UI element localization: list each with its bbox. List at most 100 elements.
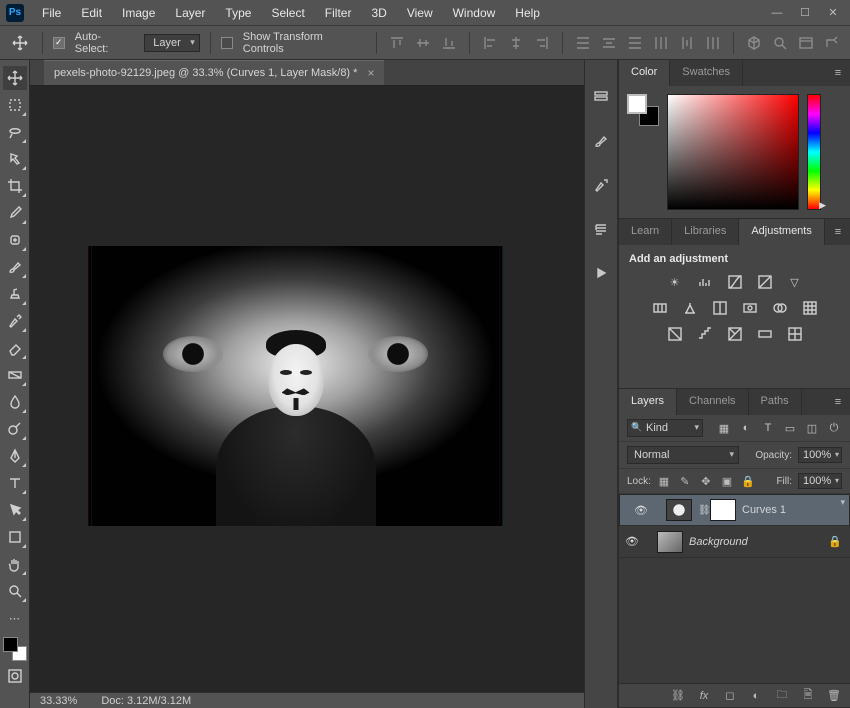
adjustments-panel-menu-icon[interactable]: ≡ [826,219,850,245]
adj-vibrance-icon[interactable]: ▽ [785,273,805,291]
adj-curves-icon[interactable] [725,273,745,291]
visibility-toggle[interactable]: 👁 [619,535,645,548]
filter-type-icon[interactable]: T [760,420,776,436]
history-brush-tool[interactable] [3,309,27,333]
lock-artboard-icon[interactable]: ▣ [720,474,734,488]
mask-thumb[interactable] [710,499,736,521]
history-panel-icon[interactable] [590,86,612,108]
dodge-tool[interactable] [3,417,27,441]
search-icon[interactable] [770,33,790,53]
edit-toolbar[interactable]: ⋯ [3,606,27,630]
adj-exposure-icon[interactable] [755,273,775,291]
brush-settings-icon[interactable] [590,174,612,196]
close-button[interactable]: ✕ [820,4,846,22]
shape-tool[interactable] [3,525,27,549]
tab-swatches[interactable]: Swatches [670,60,743,86]
layer-row-background[interactable]: 👁 Background 🔒 [619,526,850,558]
brushes-panel-icon[interactable] [590,130,612,152]
align-top-icon[interactable] [387,33,407,53]
layer-filter-kind[interactable]: Kind [627,419,703,437]
menu-image[interactable]: Image [114,2,163,24]
adj-brightness-icon[interactable]: ☀ [665,273,685,291]
layer-thumb[interactable] [657,531,683,553]
adj-colorbalance-icon[interactable] [680,299,700,317]
dist-right-icon[interactable] [703,33,723,53]
filter-toggle-icon[interactable]: ⏻ [826,420,842,436]
layers-panel-menu-icon[interactable]: ≡ [826,389,850,415]
adjustment-thumb[interactable] [666,499,692,521]
menu-select[interactable]: Select [263,2,312,24]
tab-learn[interactable]: Learn [619,219,672,245]
blend-mode-select[interactable]: Normal [627,446,739,464]
new-layer-icon[interactable]: 🗎 [800,688,816,704]
adj-hue-icon[interactable] [650,299,670,317]
tab-paths[interactable]: Paths [749,389,802,415]
filter-shape-icon[interactable]: ▭ [782,420,798,436]
adj-bw-icon[interactable] [710,299,730,317]
adj-photofilter-icon[interactable] [740,299,760,317]
dist-hcenter-icon[interactable] [677,33,697,53]
align-hcenter-icon[interactable] [506,33,526,53]
lasso-tool[interactable] [3,120,27,144]
pen-tool[interactable] [3,444,27,468]
tab-layers[interactable]: Layers [619,389,677,415]
autoselect-target-select[interactable]: Layer [144,34,200,52]
menu-layer[interactable]: Layer [167,2,213,24]
hand-tool[interactable] [3,552,27,576]
filter-pixel-icon[interactable]: ▦ [716,420,732,436]
autoselect-checkbox[interactable]: ✓ [53,37,65,49]
color-panel-menu-icon[interactable]: ≡ [826,60,850,86]
brush-tool[interactable] [3,255,27,279]
adj-selectivecolor-icon[interactable] [785,325,805,343]
layer-fx-icon[interactable]: fx [696,688,712,704]
lock-pixels-icon[interactable]: ✎ [678,474,692,488]
eyedropper-tool[interactable] [3,201,27,225]
menu-edit[interactable]: Edit [73,2,110,24]
clone-stamp-tool[interactable] [3,282,27,306]
add-mask-icon[interactable]: ◻ [722,688,738,704]
gradient-tool[interactable] [3,363,27,387]
show-transform-checkbox[interactable] [221,37,233,49]
menu-file[interactable]: File [34,2,69,24]
fgbg-swatch[interactable] [3,637,27,661]
new-group-icon[interactable]: 🗀 [774,688,790,704]
saturation-value-picker[interactable] [667,94,799,210]
quickmask-toggle[interactable] [3,664,27,688]
lock-all-icon[interactable]: 🔒 [741,474,755,488]
close-tab-icon[interactable]: × [367,66,374,80]
mask-link-icon[interactable]: ⛓ [698,505,708,516]
lock-transparent-icon[interactable]: ▦ [657,474,671,488]
align-left-icon[interactable] [480,33,500,53]
lock-position-icon[interactable]: ✥ [699,474,713,488]
menu-window[interactable]: Window [445,2,504,24]
share-icon[interactable] [822,33,842,53]
fill-input[interactable]: 100% [798,473,842,489]
adj-levels-icon[interactable] [695,273,715,291]
hue-slider[interactable]: ▶ [807,94,821,210]
paragraph-panel-icon[interactable] [590,218,612,240]
align-bottom-icon[interactable] [439,33,459,53]
canvas-stage[interactable] [30,86,584,692]
adj-channelmixer-icon[interactable] [770,299,790,317]
arrange-docs-icon[interactable] [796,33,816,53]
tab-channels[interactable]: Channels [677,389,748,415]
path-select-tool[interactable] [3,498,27,522]
tab-adjustments[interactable]: Adjustments [739,219,825,245]
zoom-level[interactable]: 33.33% [40,695,77,707]
adj-gradientmap-icon[interactable] [755,325,775,343]
opacity-input[interactable]: 100% [798,447,842,463]
layer-name[interactable]: Curves 1 [742,504,841,516]
minimize-button[interactable]: — [764,4,790,22]
layer-name[interactable]: Background [689,536,828,548]
link-layers-icon[interactable]: ⛓ [670,688,686,704]
delete-layer-icon[interactable]: 🗑 [826,688,842,704]
menu-filter[interactable]: Filter [317,2,360,24]
3d-mode-icon[interactable] [744,33,764,53]
type-tool[interactable] [3,471,27,495]
layer-row-curves[interactable]: 👁 ⛓ Curves 1 [619,494,850,526]
align-right-icon[interactable] [532,33,552,53]
tab-color[interactable]: Color [619,60,670,86]
filter-smart-icon[interactable]: ◫ [804,420,820,436]
align-vcenter-icon[interactable] [413,33,433,53]
tab-libraries[interactable]: Libraries [672,219,739,245]
